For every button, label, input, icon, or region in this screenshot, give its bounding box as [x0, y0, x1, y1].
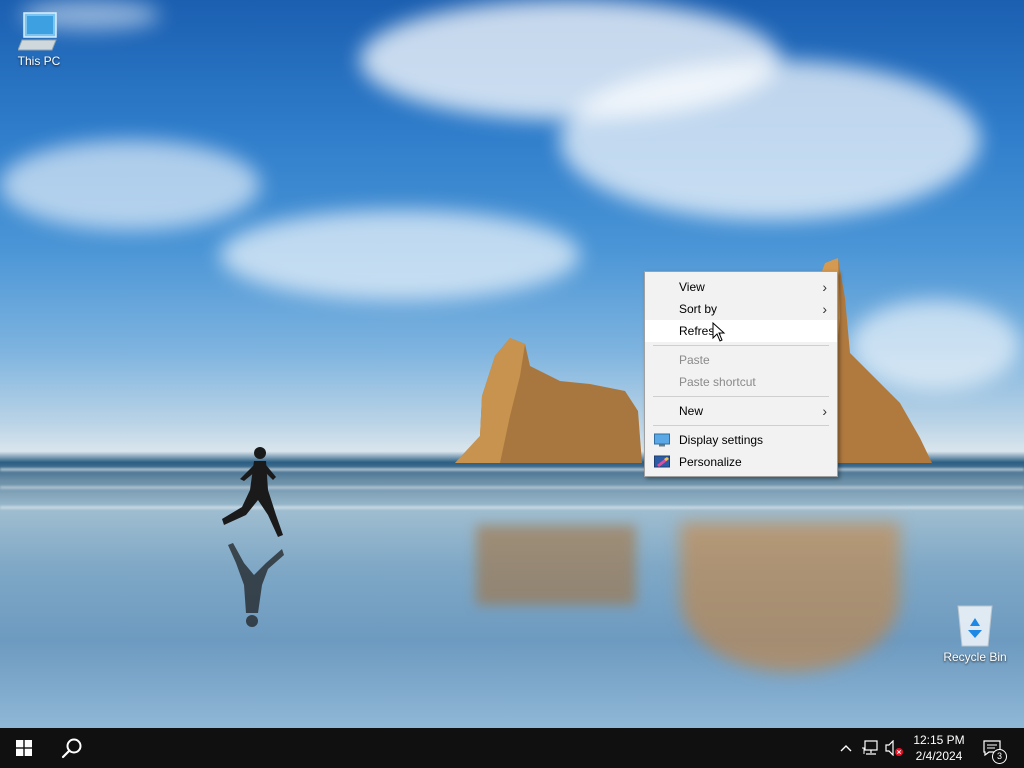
- mouse-cursor-icon: [712, 322, 726, 342]
- menu-item-label: Personalize: [679, 455, 742, 469]
- wallpaper-rock-reflection: [680, 522, 900, 672]
- windows-logo-icon: [16, 740, 32, 756]
- desktop-wallpaper[interactable]: [0, 0, 1024, 728]
- desktop-icon-this-pc[interactable]: This PC: [1, 10, 77, 68]
- start-button[interactable]: [0, 728, 48, 768]
- wallpaper-runner: [222, 447, 284, 627]
- chevron-up-icon: [840, 745, 852, 752]
- desktop-icon-recycle-bin[interactable]: Recycle Bin: [937, 602, 1013, 664]
- wallpaper-wave: [0, 506, 1024, 509]
- taskbar-clock[interactable]: 12:15 PM 2/4/2024: [904, 732, 974, 764]
- wallpaper-cloud: [560, 60, 980, 220]
- desktop-context-menu: View › Sort by › Refresh Paste Paste sho…: [644, 271, 838, 477]
- wallpaper-rock-reflection: [476, 525, 636, 605]
- menu-separator: [653, 425, 829, 426]
- search-button[interactable]: [48, 728, 96, 768]
- menu-item-label: View: [679, 280, 705, 294]
- search-icon: [61, 738, 82, 759]
- wallpaper-cloud: [220, 210, 580, 300]
- volume-button[interactable]: [884, 740, 904, 756]
- menu-item-label: Paste shortcut: [679, 375, 756, 389]
- display-settings-icon: [654, 433, 670, 447]
- desktop-icon-label: Recycle Bin: [943, 650, 1007, 664]
- menu-item-label: New: [679, 404, 704, 418]
- menu-separator: [653, 396, 829, 397]
- menu-item-paste: Paste: [645, 349, 837, 371]
- notification-count-badge: 3: [992, 749, 1007, 764]
- menu-item-personalize[interactable]: Personalize: [645, 451, 837, 473]
- menu-item-paste-shortcut: Paste shortcut: [645, 371, 837, 393]
- wallpaper-wave: [0, 468, 1024, 471]
- network-icon: [862, 740, 878, 755]
- menu-item-label: Paste: [679, 353, 710, 367]
- wallpaper-rock-left: [455, 338, 642, 463]
- menu-item-new[interactable]: New ›: [645, 400, 837, 422]
- chevron-right-icon: ›: [822, 301, 827, 317]
- volume-muted-icon: [885, 740, 903, 756]
- menu-item-refresh[interactable]: Refresh: [645, 320, 837, 342]
- clock-time: 12:15 PM: [913, 733, 965, 747]
- this-pc-icon: [18, 12, 57, 51]
- wallpaper-wave: [0, 486, 1024, 489]
- menu-item-label: Sort by: [679, 302, 718, 316]
- network-button[interactable]: [862, 740, 880, 756]
- chevron-right-icon: ›: [822, 279, 827, 295]
- wallpaper-cloud: [0, 140, 260, 230]
- taskbar: 12:15 PM 2/4/2024 3: [0, 728, 1024, 768]
- desktop-icon-label: This PC: [17, 54, 61, 68]
- menu-item-view[interactable]: View ›: [645, 276, 837, 298]
- menu-separator: [653, 345, 829, 346]
- chevron-right-icon: ›: [822, 403, 827, 419]
- personalize-icon: [654, 455, 670, 468]
- menu-item-display-settings[interactable]: Display settings: [645, 429, 837, 451]
- menu-item-sort-by[interactable]: Sort by ›: [645, 298, 837, 320]
- menu-item-label: Display settings: [679, 433, 764, 447]
- clock-date: 2/4/2024: [915, 749, 963, 763]
- recycle-bin-icon: [957, 605, 993, 647]
- show-hidden-icons-button[interactable]: [838, 740, 854, 756]
